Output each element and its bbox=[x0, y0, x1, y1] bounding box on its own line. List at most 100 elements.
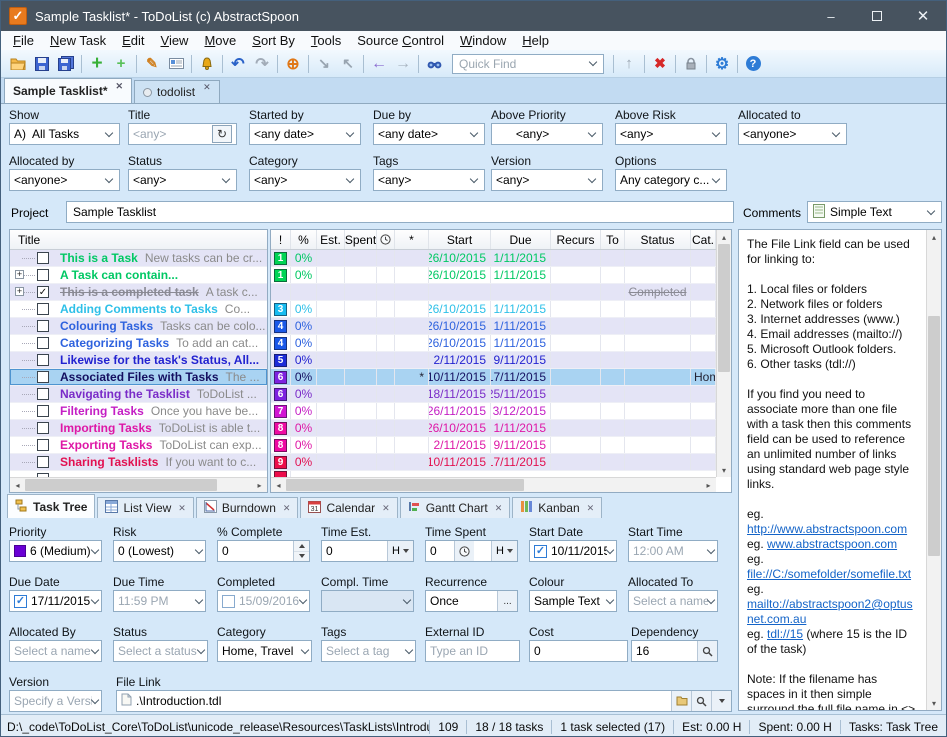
task-checkbox[interactable] bbox=[37, 269, 49, 281]
open-icon[interactable] bbox=[6, 53, 30, 75]
column-header-due[interactable]: Due bbox=[491, 230, 551, 249]
scroll-thumb[interactable] bbox=[928, 316, 940, 556]
tab-todolist[interactable]: todolist ✕ bbox=[134, 80, 220, 103]
close-tab-icon[interactable]: ✕ bbox=[203, 82, 211, 93]
version-combo[interactable]: Specify a Versi bbox=[9, 690, 102, 712]
allocated-to-combo[interactable]: Select a name bbox=[628, 590, 718, 612]
scroll-thumb[interactable] bbox=[718, 244, 730, 372]
minimize-button[interactable]: – bbox=[808, 1, 854, 31]
reminder-icon[interactable] bbox=[195, 53, 219, 75]
move-task-right-icon[interactable]: ↘ bbox=[312, 53, 336, 75]
time-est-combo[interactable]: 0H bbox=[321, 540, 414, 562]
close-tab-icon[interactable]: ✕ bbox=[178, 503, 186, 514]
task-row[interactable]: +A Task can contain... bbox=[10, 267, 267, 284]
preferences-icon[interactable]: ⚙ bbox=[710, 53, 734, 75]
column-header-cat[interactable]: Cat. bbox=[691, 230, 716, 249]
sort-icon[interactable]: ↑ bbox=[617, 53, 641, 75]
close-tab-icon[interactable]: ✕ bbox=[495, 503, 503, 514]
task-row[interactable]: 90%10/11/201517/11/2015 bbox=[271, 454, 731, 471]
menu-sort-by[interactable]: Sort By bbox=[244, 33, 303, 48]
quick-find-input[interactable]: Quick Find bbox=[452, 54, 604, 74]
task-row[interactable]: Likewise for the task's Status, All... bbox=[10, 352, 267, 369]
task-row[interactable]: Importing TasksToDoList is able t... bbox=[10, 420, 267, 437]
completed-combo[interactable]: 15/09/2016 bbox=[217, 590, 310, 612]
task-row[interactable]: 10%26/10/20151/11/2015 bbox=[271, 267, 731, 284]
close-tab-icon[interactable]: ✕ bbox=[116, 81, 124, 92]
view-file-icon[interactable] bbox=[691, 691, 711, 711]
unit-selector[interactable]: H bbox=[491, 541, 517, 561]
task-row[interactable]: 60%*10/11/201517/11/2015Home bbox=[271, 369, 731, 386]
chevron-down-icon[interactable] bbox=[711, 691, 731, 711]
task-checkbox[interactable] bbox=[37, 252, 49, 264]
due-time-combo[interactable]: 11:59 PM bbox=[113, 590, 206, 612]
menu-edit[interactable]: Edit bbox=[114, 33, 152, 48]
recurrence-combo[interactable]: Once... bbox=[425, 590, 518, 612]
filter-combo-options[interactable]: Any category c... bbox=[615, 169, 727, 191]
complete-combo[interactable]: 0 bbox=[217, 540, 310, 562]
task-notes-icon[interactable] bbox=[164, 53, 188, 75]
column-header-time[interactable] bbox=[377, 230, 395, 249]
columns-hscrollbar[interactable]: ◂ ▸ bbox=[271, 477, 716, 492]
browse-folder-icon[interactable] bbox=[671, 691, 691, 711]
due-date-combo[interactable]: ✓17/11/2015 bbox=[9, 590, 102, 612]
task-row[interactable]: Exporting TasksToDoList can exp... bbox=[10, 437, 267, 454]
filter-combo-allocated-to[interactable]: <anyone> bbox=[738, 123, 847, 145]
filter-combo-above-priority[interactable]: <any> bbox=[491, 123, 603, 145]
close-tab-icon[interactable]: ✕ bbox=[587, 503, 595, 514]
task-row[interactable]: 50%2/11/20159/11/2015 bbox=[271, 352, 731, 369]
task-row[interactable]: 40%26/10/20151/11/2015 bbox=[271, 335, 731, 352]
filter-combo-version[interactable]: <any> bbox=[491, 169, 603, 191]
edit-task-icon[interactable]: ✎ bbox=[140, 53, 164, 75]
expand-toggle[interactable]: + bbox=[15, 287, 24, 296]
compl-time-combo[interactable] bbox=[321, 590, 414, 612]
filter-combo-category[interactable]: <any> bbox=[249, 169, 361, 191]
task-vscrollbar[interactable]: ▴ ▾ bbox=[716, 230, 731, 477]
column-header-status[interactable]: Status bbox=[625, 230, 691, 249]
task-row[interactable]: 80%2/11/20159/11/2015 bbox=[271, 437, 731, 454]
column-header-recurs[interactable]: Recurs bbox=[551, 230, 601, 249]
tab-sample-tasklist[interactable]: Sample Tasklist* ✕ bbox=[4, 78, 132, 103]
task-row[interactable]: 60%18/11/201525/11/2015 bbox=[271, 386, 731, 403]
task-row[interactable]: 40%26/10/20151/11/2015 bbox=[271, 318, 731, 335]
scroll-thumb[interactable] bbox=[25, 479, 217, 491]
task-row[interactable]: Categorizing TasksTo add an cat... bbox=[10, 335, 267, 352]
comments-text[interactable]: The File Link field can be used for link… bbox=[739, 230, 926, 710]
maximize-tasklist-icon[interactable]: ⊕ bbox=[281, 53, 305, 75]
task-row[interactable]: Filtering TasksOnce you have be... bbox=[10, 403, 267, 420]
date-checkbox[interactable]: ✓ bbox=[14, 595, 27, 608]
unit-selector[interactable]: H bbox=[387, 541, 413, 561]
task-row[interactable]: Associated Files with TasksThe ... bbox=[10, 369, 267, 386]
task-row[interactable]: Sharing TasklistsIf you want to c... bbox=[10, 454, 267, 471]
help-icon[interactable]: ? bbox=[741, 53, 765, 75]
tab-list-view[interactable]: List View ✕ bbox=[97, 497, 193, 518]
filter-combo-title[interactable]: <any>↻ bbox=[128, 123, 237, 145]
scroll-down-icon[interactable]: ▾ bbox=[927, 696, 942, 710]
next-task-icon[interactable]: → bbox=[391, 53, 415, 75]
find-tasks-icon[interactable] bbox=[422, 53, 446, 75]
column-header-flag[interactable]: % bbox=[291, 230, 317, 249]
menu-view[interactable]: View bbox=[153, 33, 197, 48]
comments-format-combo[interactable]: Simple Text bbox=[807, 201, 942, 223]
tab-calendar[interactable]: 31 Calendar ✕ bbox=[300, 497, 397, 518]
task-row[interactable]: Adding Comments to TasksCo... bbox=[10, 301, 267, 318]
cost-input[interactable]: 0 bbox=[529, 640, 628, 662]
task-checkbox[interactable] bbox=[37, 337, 49, 349]
filter-combo-due-by[interactable]: <any date> bbox=[373, 123, 485, 145]
tab-kanban[interactable]: Kanban ✕ bbox=[512, 497, 602, 518]
dependency-combo[interactable]: 16 bbox=[631, 640, 718, 662]
task-row[interactable]: This is a TaskNew tasks can be cr... bbox=[10, 250, 267, 267]
column-header-to[interactable]: To bbox=[601, 230, 625, 249]
close-tab-icon[interactable]: ✕ bbox=[283, 503, 291, 514]
new-task-icon[interactable]: + bbox=[85, 53, 109, 75]
filter-combo-show[interactable]: A) All Tasks bbox=[9, 123, 120, 145]
priority-combo[interactable]: 6 (Medium) bbox=[9, 540, 102, 562]
task-checkbox[interactable] bbox=[37, 439, 49, 451]
scroll-thumb[interactable] bbox=[286, 479, 524, 491]
lock-icon[interactable] bbox=[679, 53, 703, 75]
redo-icon[interactable]: ↷ bbox=[250, 53, 274, 75]
allocated-by-combo[interactable]: Select a name bbox=[9, 640, 102, 662]
task-checkbox[interactable] bbox=[37, 388, 49, 400]
filter-combo-status[interactable]: <any> bbox=[128, 169, 237, 191]
comment-link[interactable]: mailto://abstractspoon2@optusnet.com.au bbox=[747, 597, 913, 626]
spin-up-icon[interactable] bbox=[294, 541, 309, 552]
